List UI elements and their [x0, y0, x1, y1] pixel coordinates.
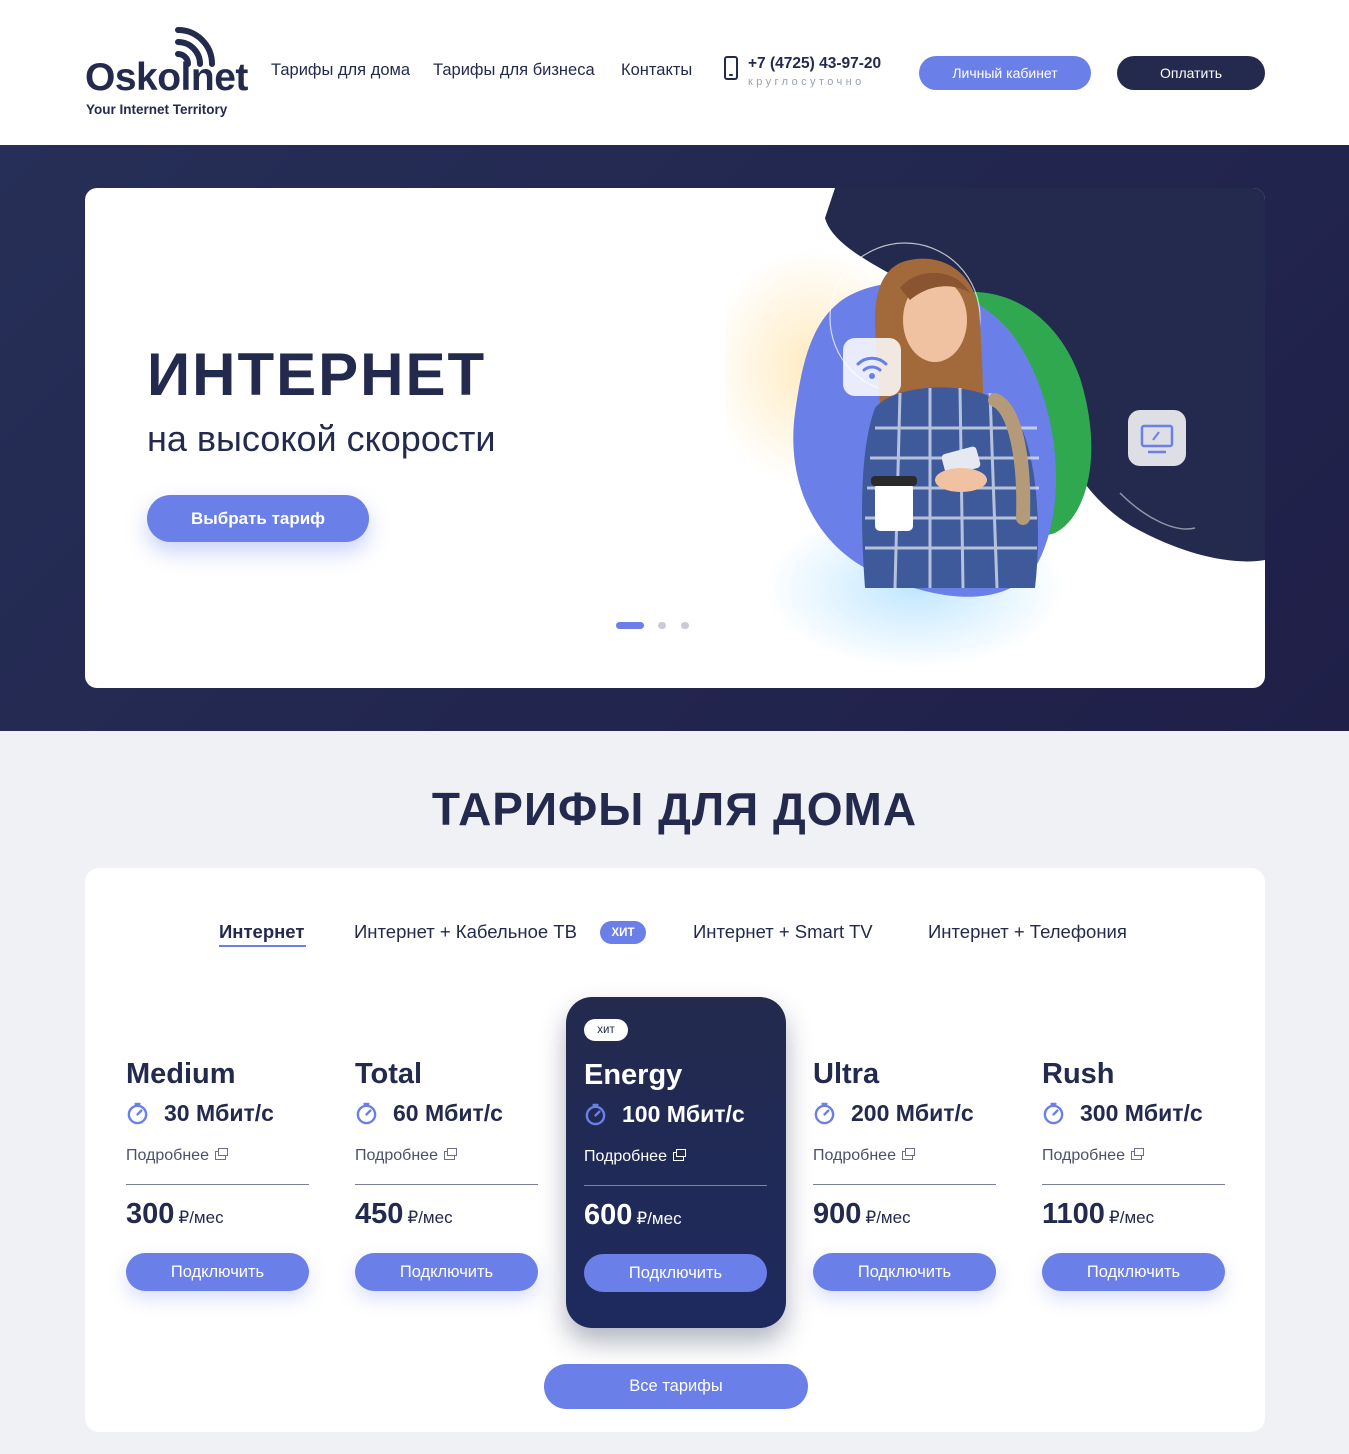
divider: [813, 1184, 996, 1185]
logo[interactable]: Oskolnet Your Internet Territory: [85, 22, 250, 122]
choose-tariff-button[interactable]: Выбрать тариф: [147, 495, 369, 542]
phone-number[interactable]: +7 (4725) 43-97-20: [748, 55, 881, 73]
site-header: Oskolnet Your Internet Territory Тарифы …: [0, 0, 1349, 145]
plan-speed: 100 Мбит/с: [622, 1101, 745, 1127]
more-link[interactable]: Подробнее: [126, 1147, 228, 1165]
more-link[interactable]: Подробнее: [355, 1147, 457, 1165]
speedometer-icon: [1043, 1102, 1064, 1125]
plan-speed: 300 Мбит/с: [1080, 1100, 1203, 1126]
more-link-label: Подробнее: [1042, 1147, 1125, 1164]
price-value: 300: [126, 1198, 175, 1230]
hero-subtitle: на высокой скорости: [147, 418, 496, 459]
all-tariffs-button[interactable]: Все тарифы: [544, 1364, 808, 1409]
plan-name: Energy: [584, 1059, 683, 1091]
more-link-label: Подробнее: [813, 1147, 896, 1164]
hit-label: хит: [584, 1019, 628, 1041]
active-tab-underline: [219, 945, 306, 947]
nav-contacts[interactable]: Контакты: [621, 61, 692, 80]
speedometer-icon: [356, 1102, 377, 1125]
phone-hours: круглосуточно: [748, 76, 865, 88]
nav-home-tariffs[interactable]: Тарифы для дома: [271, 61, 410, 80]
price-unit: ₽/мес: [636, 1209, 682, 1228]
connect-button[interactable]: Подключить: [1042, 1253, 1225, 1291]
plan-name: Ultra: [813, 1058, 880, 1090]
price-value: 900: [813, 1198, 862, 1230]
divider: [1042, 1184, 1225, 1185]
price-unit: ₽/мес: [178, 1208, 224, 1227]
more-link-label: Подробнее: [584, 1148, 667, 1165]
plan-price: 300 ₽/мес: [126, 1198, 224, 1231]
logo-tagline: Your Internet Territory: [86, 102, 228, 117]
more-link-label: Подробнее: [355, 1147, 438, 1164]
divider: [584, 1185, 767, 1186]
tab-internet-telephony[interactable]: Интернет + Телефония: [928, 921, 1127, 943]
plan-speed: 60 Мбит/с: [393, 1100, 503, 1126]
more-link[interactable]: Подробнее: [1042, 1147, 1144, 1165]
nav-business-tariffs[interactable]: Тарифы для бизнеса: [433, 61, 595, 80]
tariffs-section-title: ТАРИФЫ ДЛЯ ДОМА: [431, 783, 918, 835]
personal-cabinet-button[interactable]: Личный кабинет: [919, 56, 1091, 90]
plan-price: 1100 ₽/мес: [1042, 1198, 1154, 1231]
price-unit: ₽/мес: [407, 1208, 453, 1227]
plan-price: 900 ₽/мес: [813, 1198, 911, 1231]
plan-name: Total: [355, 1058, 423, 1090]
hero-slide: ИНТЕРНЕТ на высокой скорости Выбрать тар…: [85, 188, 1265, 688]
plan-name: Medium: [126, 1058, 236, 1090]
hero-title: ИНТЕРНЕТ: [147, 341, 487, 408]
price-value: 450: [355, 1198, 404, 1230]
slider-dot-1[interactable]: [616, 622, 644, 629]
divider: [355, 1184, 538, 1185]
plan-speed: 30 Мбит/с: [164, 1100, 274, 1126]
hero-illustration: [725, 188, 1265, 668]
price-value: 1100: [1042, 1198, 1105, 1230]
logo-wordmark: Oskolnet: [85, 56, 248, 99]
plan-name: Rush: [1042, 1058, 1115, 1090]
pay-button[interactable]: Оплатить: [1117, 56, 1265, 90]
hit-badge: ХИТ: [600, 921, 646, 944]
connect-button[interactable]: Подключить: [126, 1253, 309, 1291]
more-link[interactable]: Подробнее: [584, 1148, 686, 1166]
external-link-icon: [1130, 1148, 1144, 1160]
more-link-label: Подробнее: [126, 1147, 209, 1164]
external-link-icon: [672, 1149, 686, 1161]
plan-price: 600 ₽/мес: [584, 1199, 682, 1232]
external-link-icon: [443, 1148, 457, 1160]
slider-dot-3[interactable]: [681, 622, 689, 629]
speedometer-icon: [814, 1102, 835, 1125]
price-unit: ₽/мес: [1108, 1208, 1155, 1227]
external-link-icon: [901, 1148, 915, 1160]
price-value: 600: [584, 1199, 633, 1231]
speedometer-icon: [127, 1102, 148, 1125]
tab-internet-smart-tv[interactable]: Интернет + Smart TV: [693, 921, 873, 943]
plan-speed: 200 Мбит/с: [851, 1100, 974, 1126]
slider-dot-2[interactable]: [658, 622, 666, 629]
connect-button[interactable]: Подключить: [355, 1253, 538, 1291]
tab-internet[interactable]: Интернет: [219, 921, 304, 943]
plan-price: 450 ₽/мес: [355, 1198, 453, 1231]
divider: [126, 1184, 309, 1185]
price-unit: ₽/мес: [865, 1208, 911, 1227]
external-link-icon: [214, 1148, 228, 1160]
more-link[interactable]: Подробнее: [813, 1147, 915, 1165]
speedometer-icon: [585, 1103, 606, 1126]
tab-internet-cable-tv[interactable]: Интернет + Кабельное ТВ: [354, 921, 577, 943]
connect-button[interactable]: Подключить: [813, 1253, 996, 1291]
phone-icon: [724, 56, 738, 80]
connect-button[interactable]: Подключить: [584, 1254, 767, 1292]
